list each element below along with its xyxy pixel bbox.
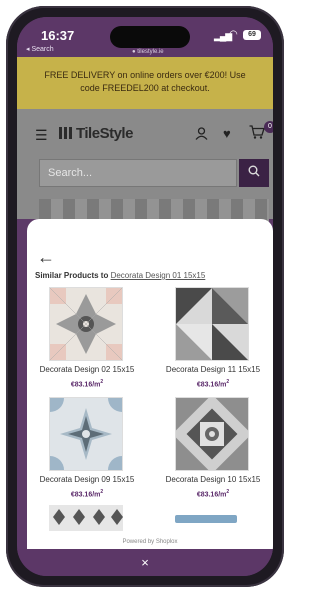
- tile-image[interactable]: [36, 384, 136, 484]
- delivery-banner: FREE DELIVERY on online orders over €200…: [17, 57, 273, 109]
- site-header: ☰ TileStyle ♥ 0 Search...: [17, 109, 273, 229]
- product-name[interactable]: Decorata Design 09 15x15: [27, 475, 147, 484]
- back-to-search-link[interactable]: ◂ Search: [26, 45, 54, 53]
- cart-icon[interactable]: [249, 125, 265, 142]
- site-logo[interactable]: TileStyle: [59, 125, 133, 142]
- wishlist-heart-icon[interactable]: ♥: [223, 126, 231, 141]
- product-price: €83.16/m2: [196, 489, 230, 499]
- cart-count-badge: 0: [264, 121, 273, 133]
- phone-frame: 16:37 ◂ Search ● tilestyle.ie ▂▄▆ ◠ 69 F…: [6, 6, 284, 587]
- tile-image[interactable]: [175, 287, 249, 361]
- similar-products-heading: Similar Products to Decorata Design 01 1…: [35, 271, 205, 280]
- search-button[interactable]: [239, 159, 269, 187]
- banner-line-2: code FREEDEL200 at checkout.: [80, 83, 210, 93]
- close-sheet-button[interactable]: ×: [17, 549, 273, 576]
- partial-tile-image[interactable]: [175, 515, 237, 523]
- tile-image[interactable]: [172, 394, 252, 474]
- search-input[interactable]: Search...: [39, 159, 237, 187]
- url-label: ● tilestyle.ie: [132, 49, 164, 55]
- similar-prefix: Similar Products to: [35, 271, 111, 280]
- back-arrow-icon[interactable]: ←: [37, 247, 55, 268]
- logo-text: TileStyle: [76, 125, 133, 142]
- screen: 16:37 ◂ Search ● tilestyle.ie ▂▄▆ ◠ 69 F…: [17, 17, 273, 576]
- product-name[interactable]: Decorata Design 02 15x15: [27, 365, 147, 374]
- product-price: €83.16/m2: [196, 379, 230, 389]
- account-icon[interactable]: [195, 127, 208, 143]
- similar-products-sheet: ← Similar Products to Decorata Design 01…: [27, 219, 273, 549]
- product-name[interactable]: Decorata Design 10 15x15: [153, 475, 273, 484]
- menu-icon[interactable]: ☰: [35, 127, 48, 144]
- logo-mark-icon: [59, 127, 73, 139]
- powered-by-label[interactable]: Powered by Shoplox: [27, 539, 273, 545]
- wifi-icon: ◠: [229, 29, 238, 40]
- battery-icon: 69: [243, 30, 261, 40]
- product-price: €83.16/m2: [70, 489, 104, 499]
- status-bar: 16:37 ◂ Search ● tilestyle.ie ▂▄▆ ◠ 69: [17, 17, 273, 57]
- product-price: €83.16/m2: [70, 379, 104, 389]
- search-icon: [248, 165, 260, 177]
- banner-line-1: FREE DELIVERY on online orders over €200…: [44, 70, 246, 80]
- tile-image[interactable]: [49, 287, 123, 361]
- close-icon[interactable]: ×: [141, 555, 149, 570]
- partial-tile-image[interactable]: [49, 505, 123, 531]
- similar-product-link[interactable]: Decorata Design 01 15x15: [111, 271, 206, 280]
- dynamic-island: [110, 26, 190, 48]
- clock: 16:37: [41, 28, 75, 43]
- product-name[interactable]: Decorata Design 11 15x15: [153, 365, 273, 374]
